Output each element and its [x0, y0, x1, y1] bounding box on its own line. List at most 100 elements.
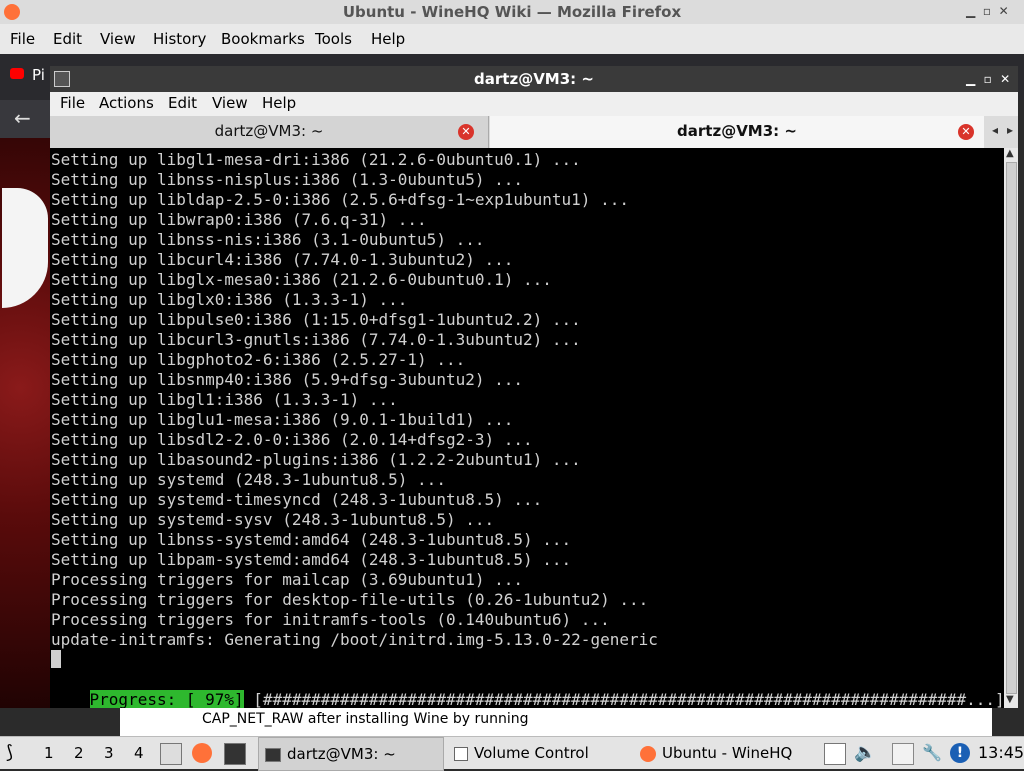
maximize-icon[interactable]: ▫: [984, 72, 992, 86]
terminal-line: Setting up libgl1:i386 (1.3.3-1) ...: [51, 390, 398, 409]
workspace-1[interactable]: 1: [44, 737, 54, 769]
firefox-page-text-strip: CAP_NET_RAW after installing Wine by run…: [120, 708, 992, 736]
terminal-line: Setting up libnss-systemd:amd64 (248.3-1…: [51, 530, 572, 549]
terminal-menubar: File Actions Edit View Help: [50, 92, 1018, 116]
terminal-scrollbar[interactable]: ▲ ▼: [1004, 148, 1018, 708]
terminal-menu-help[interactable]: Help: [262, 94, 296, 112]
menu-tools[interactable]: Tools: [315, 30, 352, 48]
terminal-output[interactable]: Setting up libgl1-mesa-dri:i386 (21.2.6-…: [50, 148, 1004, 708]
terminal-line: Setting up libldap-2.5-0:i386 (2.5.6+dfs…: [51, 190, 629, 209]
progress-line: Progress: [ 97%] [######################…: [51, 670, 1004, 708]
clock[interactable]: 13:45: [978, 737, 1024, 769]
workspace-4[interactable]: 4: [134, 737, 144, 769]
terminal-menu-edit[interactable]: Edit: [168, 94, 197, 112]
firefox-title-bar: Ubuntu - WineHQ Wiki — Mozilla Firefox: [0, 0, 1024, 24]
tab-scroll-left-icon[interactable]: ◂: [992, 123, 998, 137]
terminal-line: Setting up libglx0:i386 (1.3.3-1) ...: [51, 290, 408, 309]
menu-bookmarks[interactable]: Bookmarks: [221, 30, 305, 48]
scroll-up-icon[interactable]: ▲: [1006, 148, 1014, 159]
terminal-line: Setting up libcurl3-gnutls:i386 (7.74.0-…: [51, 330, 581, 349]
terminal-line: update-initramfs: Generating /boot/initr…: [51, 630, 658, 649]
volume-icon[interactable]: 🔈: [854, 737, 876, 769]
clipboard-icon[interactable]: [824, 743, 846, 765]
terminal-menu-view[interactable]: View: [212, 94, 248, 112]
terminal-line: Setting up libgl1-mesa-dri:i386 (21.2.6-…: [51, 150, 581, 169]
terminal-task-icon: [265, 747, 281, 762]
workspace-3[interactable]: 3: [104, 737, 114, 769]
scroll-down-icon[interactable]: ▼: [1006, 694, 1014, 705]
terminal-text: Setting up libgl1-mesa-dri:i386 (21.2.6-…: [51, 150, 658, 650]
task-volume-control[interactable]: Volume Control: [450, 737, 630, 769]
terminal-line: Setting up libsnmp40:i386 (5.9+dfsg-3ubu…: [51, 370, 524, 389]
updates-icon[interactable]: !: [950, 743, 970, 763]
terminal-line: Setting up libnss-nis:i386 (3.1-0ubuntu5…: [51, 230, 485, 249]
terminal-line: Setting up systemd-timesyncd (248.3-1ubu…: [51, 490, 543, 509]
menu-help[interactable]: Help: [371, 30, 405, 48]
terminal-menu-file[interactable]: File: [60, 94, 85, 112]
task-terminal[interactable]: dartz@VM3: ~: [258, 737, 444, 771]
terminal-line: Processing triggers for desktop-file-uti…: [51, 590, 649, 609]
terminal-tab-bar: dartz@VM3: ~ ✕ dartz@VM3: ~ ✕ ◂ ▸: [50, 116, 1018, 148]
terminal-line: Setting up libnss-nisplus:i386 (1.3-0ubu…: [51, 170, 524, 189]
firefox-tab-label[interactable]: Pi: [32, 66, 45, 84]
network-icon[interactable]: 🔧: [922, 737, 942, 769]
terminal-title-bar: dartz@VM3: ~ ▁ ▫ ✕: [50, 66, 1018, 92]
close-icon[interactable]: ✕: [999, 4, 1009, 18]
terminal-tab-1-label: dartz@VM3: ~: [214, 122, 324, 140]
terminal-line: Setting up libpulse0:i386 (1:15.0+dfsg1-…: [51, 310, 581, 329]
progress-bar-text: [#######################################…: [253, 690, 1004, 708]
terminal-menu-actions[interactable]: Actions: [99, 94, 154, 112]
terminal-line: Setting up libcurl4:i386 (7.74.0-1.3ubun…: [51, 250, 514, 269]
back-arrow-icon[interactable]: ←: [14, 106, 31, 130]
firefox-task-icon: [640, 745, 656, 762]
terminal-line: Setting up systemd-sysv (248.3-1ubuntu8.…: [51, 510, 495, 529]
menu-file[interactable]: File: [10, 30, 35, 48]
task-firefox-label: Ubuntu - WineHQ: [662, 744, 793, 762]
terminal-line: Setting up libgphoto2-6:i386 (2.5.27-1) …: [51, 350, 466, 369]
terminal-line: Setting up libasound2-plugins:i386 (1.2.…: [51, 450, 581, 469]
minimize-icon[interactable]: ▁: [966, 4, 975, 18]
firefox-page-background: [0, 138, 50, 708]
terminal-cursor: [51, 650, 61, 668]
terminal-line: Setting up libglu1-mesa:i386 (9.0.1-1bui…: [51, 410, 514, 429]
terminal-line: Setting up libsdl2-2.0-0:i386 (2.0.14+df…: [51, 430, 533, 449]
terminal-tab-1[interactable]: dartz@VM3: ~ ✕: [50, 116, 489, 148]
volume-control-task-icon: [454, 746, 468, 761]
terminal-line: Setting up libwrap0:i386 (7.6.q-31) ...: [51, 210, 427, 229]
task-volume-label: Volume Control: [474, 744, 589, 762]
firefox-title: Ubuntu - WineHQ Wiki — Mozilla Firefox: [342, 3, 682, 21]
terminal-line: Setting up libglx-mesa0:i386 (21.2.6-0ub…: [51, 270, 552, 289]
menu-history[interactable]: History: [153, 30, 206, 48]
menu-edit[interactable]: Edit: [53, 30, 82, 48]
terminal-launcher-icon[interactable]: [224, 743, 246, 765]
tab-scroll-right-icon[interactable]: ▸: [1007, 123, 1013, 137]
tab-close-icon[interactable]: ✕: [458, 124, 474, 140]
terminal-line: Setting up systemd (248.3-1ubuntu8.5) ..…: [51, 470, 446, 489]
scrollbar-thumb[interactable]: [1006, 162, 1017, 694]
workspace-2[interactable]: 2: [74, 737, 84, 769]
terminal-tab-2[interactable]: dartz@VM3: ~ ✕: [490, 116, 984, 148]
terminal-line: Processing triggers for mailcap (3.69ubu…: [51, 570, 524, 589]
wine-logo-fragment: [2, 188, 48, 308]
firefox-icon: [4, 4, 20, 20]
terminal-tab-2-label: dartz@VM3: ~: [677, 122, 797, 140]
minimize-icon[interactable]: ▁: [966, 72, 975, 86]
tab-close-icon[interactable]: ✕: [958, 124, 974, 140]
file-manager-icon[interactable]: [160, 743, 182, 765]
terminal-title: dartz@VM3: ~: [474, 70, 594, 88]
start-menu-icon[interactable]: ⟆: [6, 737, 13, 769]
firefox-window-controls[interactable]: ▁ ▫ ✕: [966, 4, 1009, 18]
close-icon[interactable]: ✕: [1000, 72, 1010, 86]
taskbar: ⟆ 1 2 3 4 dartz@VM3: ~ Volume Control Ub…: [0, 736, 1024, 771]
terminal-line: Setting up libpam-systemd:amd64 (248.3-1…: [51, 550, 572, 569]
task-firefox[interactable]: Ubuntu - WineHQ: [636, 737, 812, 769]
firefox-launcher-icon[interactable]: [192, 743, 212, 763]
notes-icon[interactable]: [892, 743, 914, 765]
menu-view[interactable]: View: [100, 30, 136, 48]
maximize-icon[interactable]: ▫: [983, 4, 991, 18]
terminal-app-icon: [54, 71, 70, 87]
task-terminal-label: dartz@VM3: ~: [287, 745, 396, 763]
youtube-icon: [10, 68, 24, 79]
firefox-navbar: ←: [0, 100, 50, 138]
terminal-window-controls[interactable]: ▁ ▫ ✕: [966, 66, 1010, 92]
